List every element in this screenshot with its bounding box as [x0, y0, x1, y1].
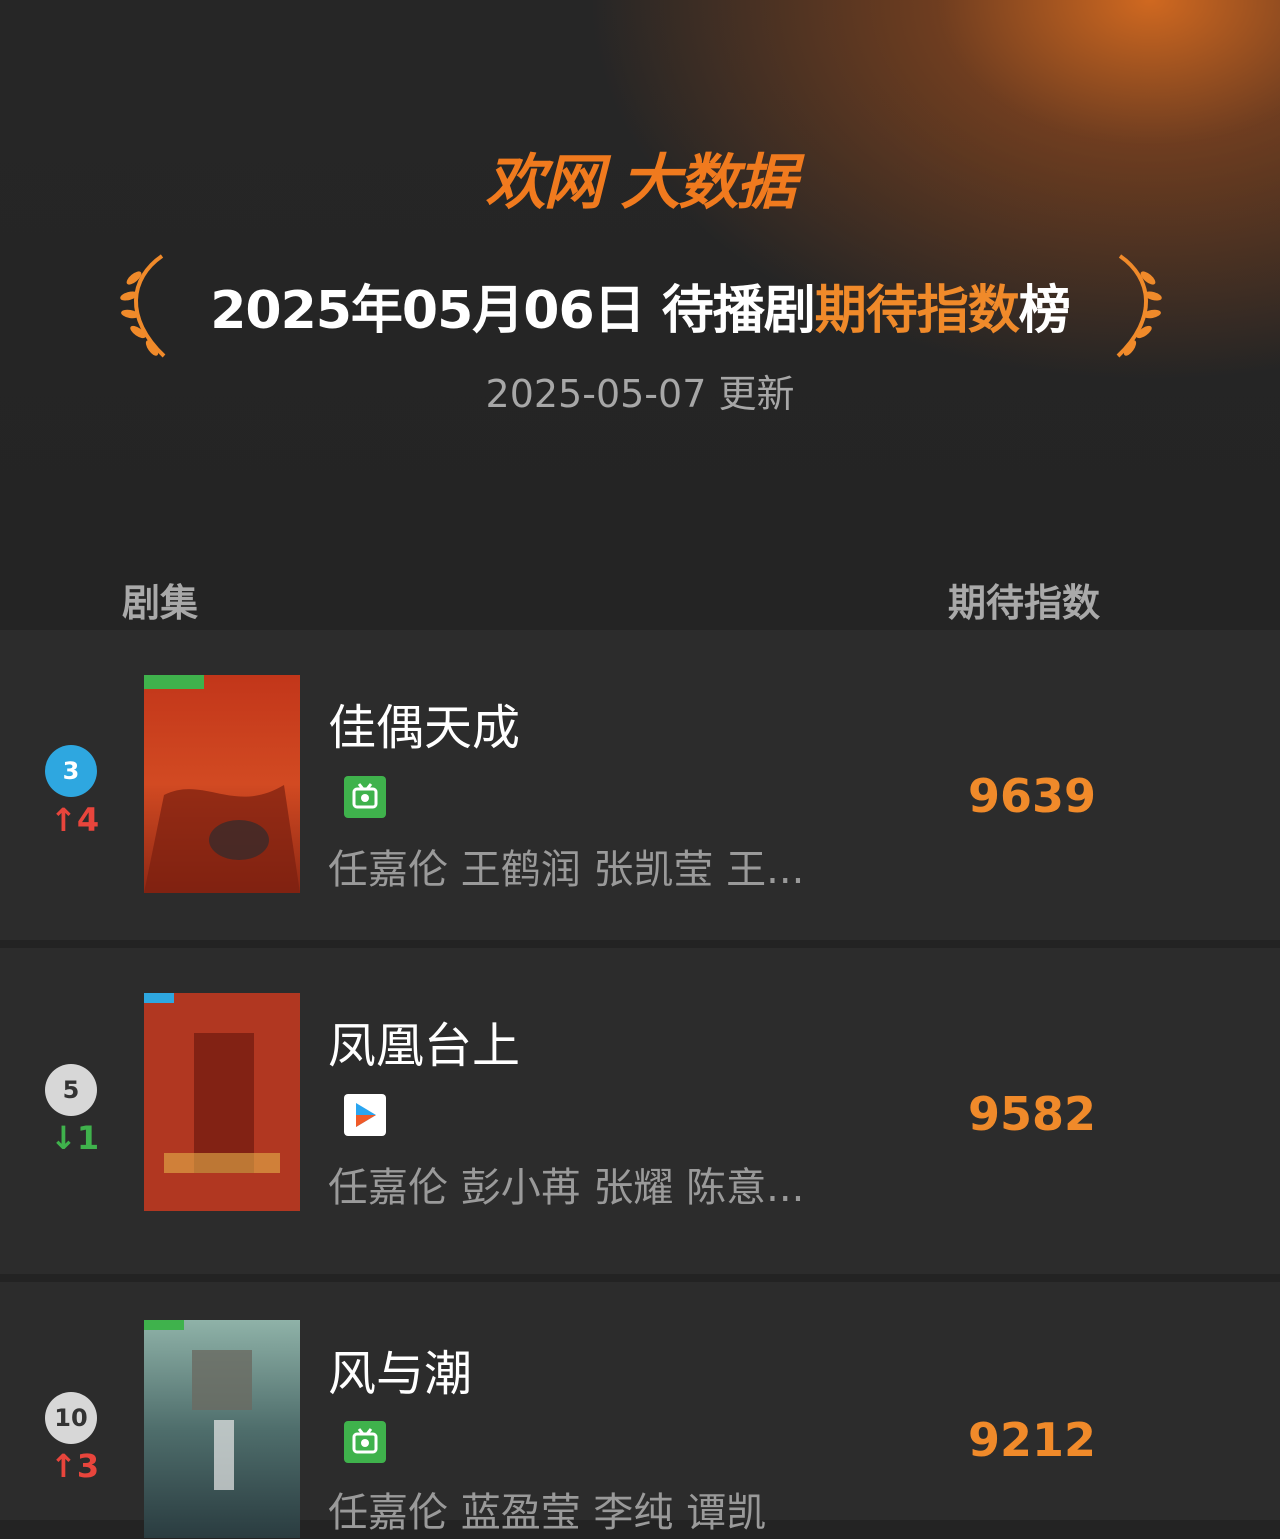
list-item[interactable]: 3 ↑4 佳偶天成 任嘉伦 王鹤润 张凯莹 王... 9639 — [0, 630, 1280, 940]
expectation-score: 9582 — [968, 1087, 1097, 1141]
page-title: 2025年05月06日 待播剧期待指数榜 — [0, 278, 1280, 344]
list-item[interactable]: 10 ↑3 风与潮 任嘉伦 蓝盈莹 李纯 谭凯 9212 — [0, 1282, 1280, 1538]
title-highlight: 期待指数 — [814, 281, 1020, 341]
drama-title[interactable]: 凤凰台上 — [328, 1016, 520, 1076]
cast-list: 任嘉伦 蓝盈莹 李纯 谭凯 — [328, 1490, 767, 1536]
poster-image[interactable] — [144, 1320, 300, 1538]
update-time: 2025-05-07 更新 — [485, 372, 795, 416]
rank-change: ↓1 — [50, 1119, 100, 1157]
rank-change: ↑4 — [50, 801, 100, 839]
expectation-score: 9212 — [968, 1413, 1097, 1467]
expectation-score: 9639 — [968, 769, 1097, 823]
iqiyi-icon — [344, 1421, 386, 1463]
poster-image[interactable] — [144, 675, 300, 893]
title-suffix: 榜 — [1018, 281, 1071, 341]
rank-badge: 10 — [45, 1392, 97, 1444]
drama-title[interactable]: 风与潮 — [328, 1344, 472, 1404]
column-header-drama: 剧集 — [122, 581, 199, 625]
rank-change: ↑3 — [50, 1447, 100, 1485]
rank-badge: 5 — [45, 1064, 97, 1116]
poster-image[interactable] — [144, 993, 300, 1211]
rank-badge: 3 — [45, 745, 97, 797]
drama-title[interactable]: 佳偶天成 — [328, 698, 520, 758]
youku-icon — [344, 1094, 386, 1136]
iqiyi-icon — [344, 776, 386, 818]
cast-list: 任嘉伦 王鹤润 张凯莹 王... — [328, 847, 805, 893]
title-date: 2025年05月06日 待播剧 — [210, 281, 816, 341]
column-header-index: 期待指数 — [948, 581, 1101, 625]
list-item[interactable]: 5 ↓1 凤凰台上 任嘉伦 彭小苒 张耀 陈意... 9582 — [0, 948, 1280, 1274]
cast-list: 任嘉伦 彭小苒 张耀 陈意... — [328, 1165, 805, 1211]
brand-logo: 欢网 大数据 — [485, 148, 797, 218]
